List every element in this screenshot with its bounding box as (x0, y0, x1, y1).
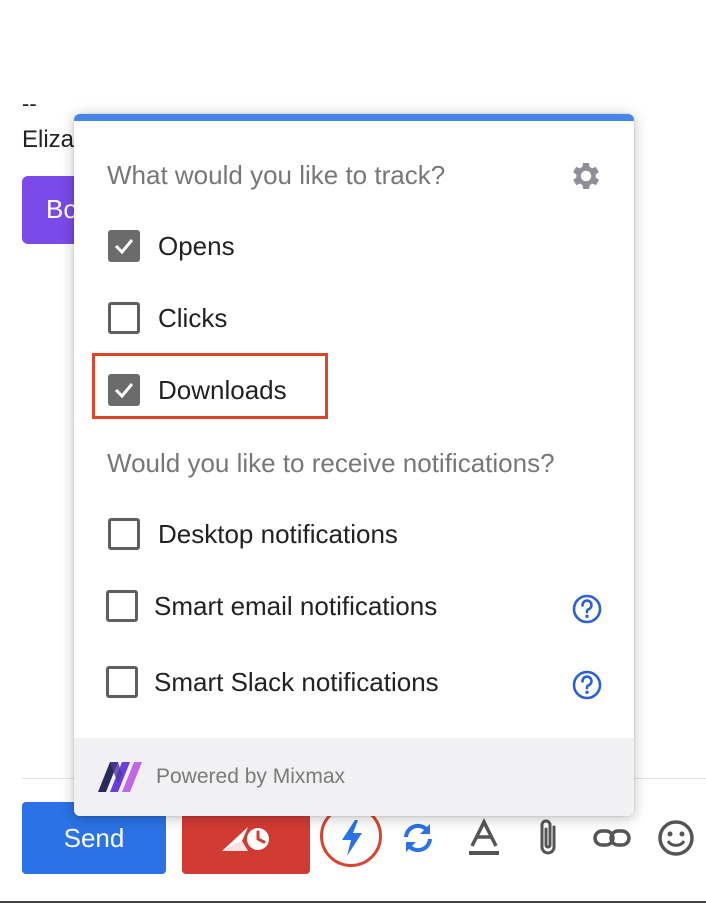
desktop-notifications-checkbox[interactable] (108, 518, 140, 550)
emoji-icon (658, 820, 694, 856)
clicks-checkbox[interactable] (108, 302, 140, 334)
slack-help-icon[interactable] (571, 669, 603, 701)
link-icon (593, 829, 631, 847)
mixmax-logo-icon (98, 762, 142, 792)
signature-dashes: -- (22, 91, 37, 116)
popup-footer: Powered by Mixmax (74, 738, 634, 816)
notify-section-title: Would you like to receive notifications? (107, 448, 555, 478)
smart-slack-notifications-checkbox[interactable] (106, 666, 138, 698)
sync-button[interactable] (392, 812, 444, 864)
opens-checkbox[interactable] (108, 230, 140, 262)
track-section-title: What would you like to track? (107, 160, 446, 190)
settings-gear-icon[interactable] (568, 158, 604, 194)
checkmark-icon (114, 239, 134, 255)
option-smart-email-notifications[interactable]: Smart email notifications (106, 586, 437, 626)
clicks-label: Clicks (158, 302, 228, 333)
option-smart-slack-notifications[interactable]: Smart Slack notifications (106, 662, 439, 702)
emoji-button[interactable] (650, 812, 702, 864)
smart-email-notifications-checkbox[interactable] (106, 590, 138, 622)
text-format-icon (469, 818, 499, 855)
send-later-icon (222, 827, 269, 851)
bottom-border (0, 901, 706, 903)
popup-accent-bar (74, 114, 634, 121)
tracking-button[interactable] (326, 812, 378, 864)
opens-label: Opens (158, 230, 235, 261)
powered-by-text[interactable]: Powered by Mixmax (156, 765, 345, 789)
downloads-highlight-box (92, 353, 328, 419)
text-format-button[interactable] (458, 812, 510, 864)
option-clicks[interactable]: Clicks (108, 298, 227, 338)
tracking-bolt-icon (342, 820, 362, 856)
send-button-label: Send (63, 822, 125, 853)
tracking-popup: What would you like to track? Opens Clic… (74, 114, 634, 816)
email-help-icon[interactable] (571, 593, 603, 625)
smart-slack-notifications-label: Smart Slack notifications (154, 666, 439, 697)
option-desktop-notifications[interactable]: Desktop notifications (108, 514, 398, 554)
desktop-notifications-label: Desktop notifications (158, 518, 398, 549)
attachment-icon (540, 819, 556, 855)
attachment-button[interactable] (522, 812, 574, 864)
signature-name: Eliza (22, 126, 75, 153)
link-button[interactable] (586, 812, 638, 864)
smart-email-notifications-label: Smart email notifications (154, 590, 438, 621)
sync-icon (404, 823, 432, 853)
option-opens[interactable]: Opens (108, 226, 235, 266)
